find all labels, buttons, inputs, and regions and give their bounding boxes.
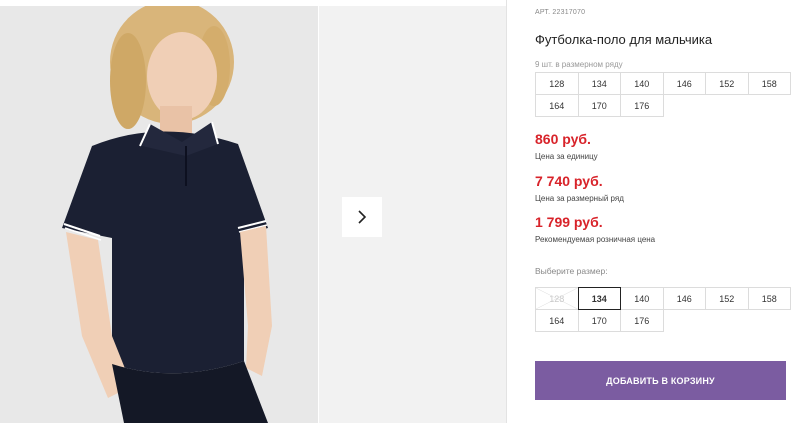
size-option-170[interactable]: 170 bbox=[577, 309, 621, 332]
pack-size-grid: 128 134 140 146 152 158 164 170 176 bbox=[535, 72, 791, 117]
size-option-158[interactable]: 158 bbox=[747, 287, 791, 310]
size-option-label: 158 bbox=[761, 293, 777, 304]
size-option-label: 146 bbox=[676, 293, 692, 304]
boy-in-polo-image bbox=[0, 6, 318, 423]
choose-size-label: Выберите размер: bbox=[535, 266, 608, 276]
size-option-134[interactable]: 134 bbox=[577, 287, 621, 310]
add-to-cart-button[interactable]: ДОБАВИТЬ В КОРЗИНУ bbox=[535, 361, 786, 400]
size-option-152[interactable]: 152 bbox=[705, 287, 749, 310]
product-title: Футболка-поло для мальчика bbox=[535, 32, 713, 47]
size-option-label: 140 bbox=[634, 293, 650, 304]
size-option-176[interactable]: 176 bbox=[620, 309, 664, 332]
chevron-right-icon bbox=[358, 210, 367, 224]
size-option-label: 152 bbox=[719, 293, 735, 304]
pack-size-cell: 128 bbox=[535, 72, 579, 95]
pack-quantity-note: 9 шт. в размерном ряду bbox=[535, 60, 623, 69]
pack-size-cell: 140 bbox=[620, 72, 664, 95]
pack-size-cell: 176 bbox=[620, 94, 664, 117]
size-selector: 128 134 140 146 152 158 164 170 176 bbox=[535, 287, 791, 332]
pack-size-cell: 164 bbox=[535, 94, 579, 117]
size-option-146[interactable]: 146 bbox=[662, 287, 706, 310]
pack-size-cell: 134 bbox=[577, 72, 621, 95]
pack-size-cell: 158 bbox=[747, 72, 791, 95]
unit-price-label: Цена за единицу bbox=[535, 152, 598, 161]
size-option-label: 134 bbox=[591, 293, 607, 304]
pack-size-cell: 170 bbox=[577, 94, 621, 117]
retail-price: 1 799 руб. bbox=[535, 214, 603, 230]
size-option-164[interactable]: 164 bbox=[535, 309, 579, 332]
pack-price-label: Цена за размерный ряд bbox=[535, 194, 624, 203]
pack-price: 7 740 руб. bbox=[535, 173, 603, 189]
gallery-next-button[interactable] bbox=[342, 197, 382, 237]
product-gallery bbox=[0, 0, 507, 423]
retail-price-label: Рекомендуемая розничная цена bbox=[535, 235, 656, 244]
size-option-label: 164 bbox=[549, 315, 565, 326]
unavailable-cross-icon bbox=[536, 288, 578, 309]
size-option-140[interactable]: 140 bbox=[620, 287, 664, 310]
product-photo[interactable] bbox=[0, 6, 318, 423]
pack-size-cell: 146 bbox=[662, 72, 706, 95]
size-option-label: 170 bbox=[591, 315, 607, 326]
article-number: АРТ. 22317070 bbox=[535, 9, 586, 16]
size-option-label: 176 bbox=[634, 315, 650, 326]
size-option-128: 128 bbox=[535, 287, 579, 310]
unit-price: 860 руб. bbox=[535, 131, 591, 147]
pack-size-cell: 152 bbox=[705, 72, 749, 95]
